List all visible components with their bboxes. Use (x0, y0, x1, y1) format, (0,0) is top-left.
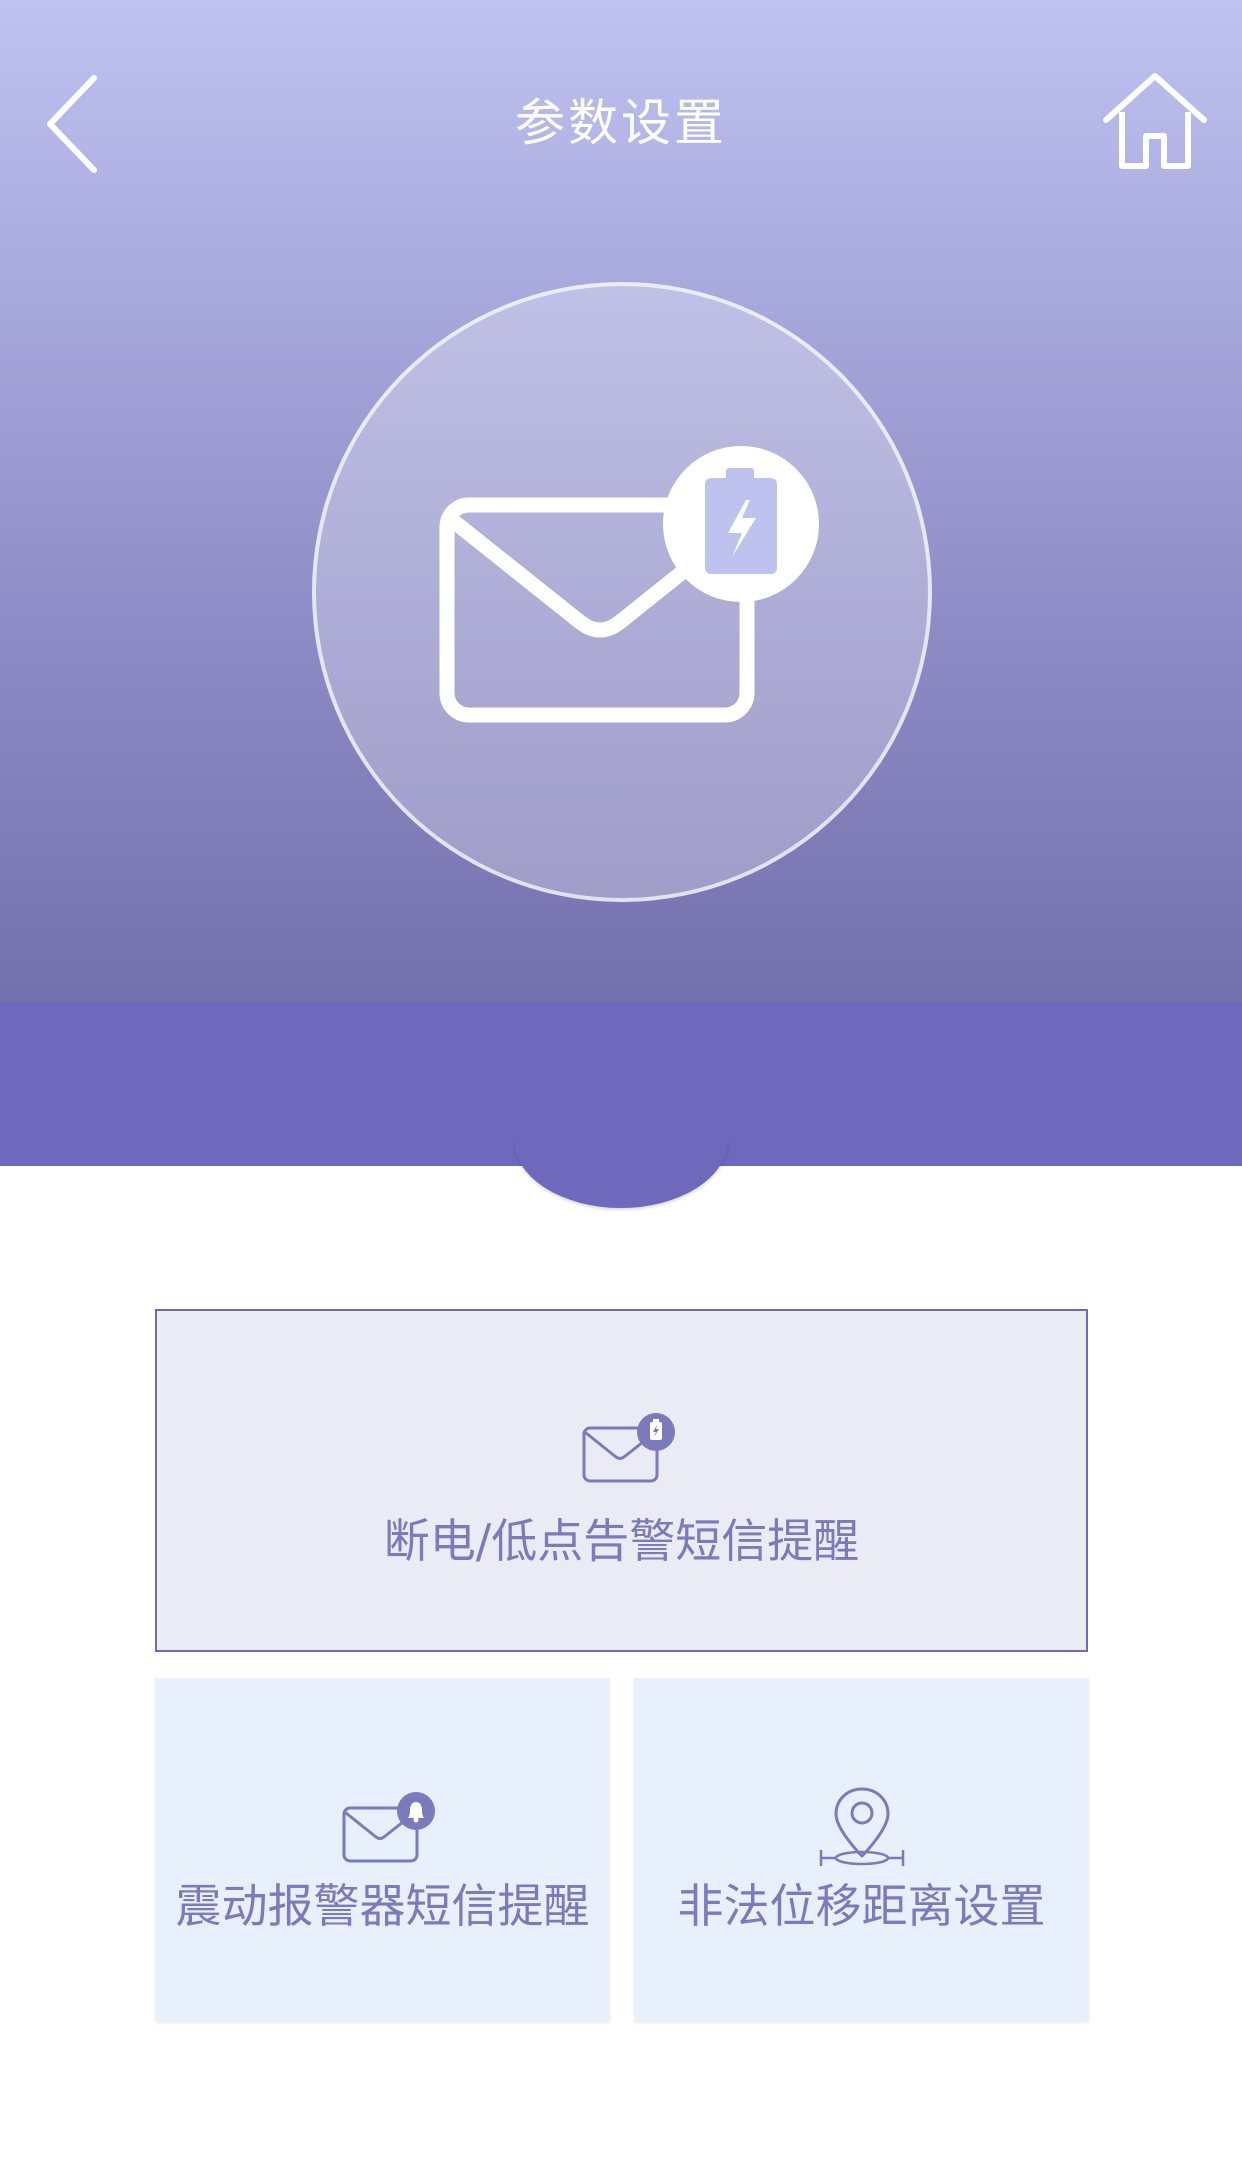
home-icon (1103, 73, 1207, 169)
home-button[interactable] (1100, 70, 1210, 172)
vibration-alert-sms-card[interactable]: 震动报警器短信提醒 (155, 1678, 610, 2021)
chevron-left-icon (47, 75, 97, 173)
page-title: 参数设置 (515, 94, 727, 152)
power-alert-sms-card[interactable]: 断电/低点告警短信提醒 (155, 1309, 1088, 1652)
mail-battery-icon (439, 446, 819, 723)
power-alert-sms-label: 断电/低点告警短信提醒 (383, 1514, 860, 1568)
vibration-alert-sms-label: 震动报警器短信提醒 (175, 1879, 590, 1933)
location-pin-icon (819, 1787, 905, 1866)
illegal-displacement-label: 非法位移距离设置 (677, 1879, 1046, 1933)
mail-battery-icon (582, 1413, 675, 1483)
back-button[interactable] (36, 70, 116, 178)
tab-notch (514, 1140, 728, 1208)
mail-bell-icon (342, 1792, 435, 1863)
illegal-displacement-card[interactable]: 非法位移距离设置 (634, 1678, 1089, 2021)
